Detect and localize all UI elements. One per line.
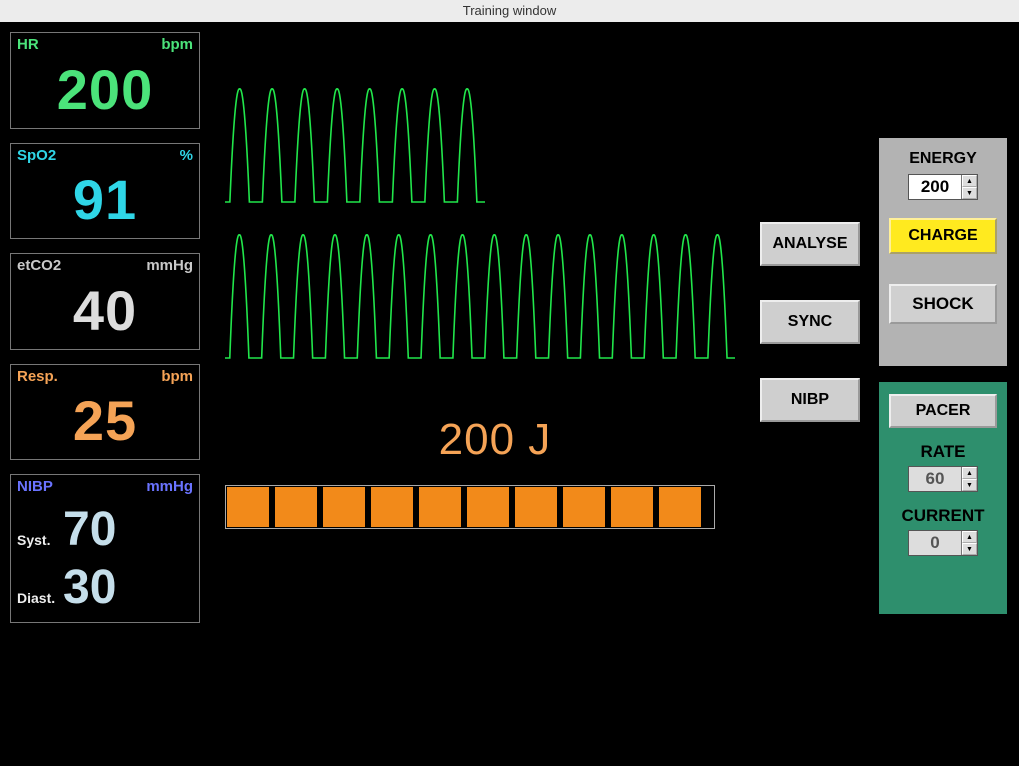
nibp-unit: mmHg — [146, 479, 193, 496]
progress-segment — [515, 487, 557, 527]
ecg-waveform-2 — [225, 223, 745, 373]
pacer-button[interactable]: PACER — [889, 394, 997, 428]
resp-label: Resp. — [17, 369, 58, 386]
energy-spinner[interactable]: ▲ ▼ — [908, 174, 978, 200]
hr-unit: bpm — [161, 37, 193, 54]
window-title: Training window — [0, 0, 1019, 22]
nibp-label: NIBP — [17, 479, 53, 496]
analyse-button[interactable]: ANALYSE — [760, 222, 860, 266]
diast-label: Diast. — [17, 590, 63, 606]
current-label: CURRENT — [889, 506, 997, 526]
progress-segment — [563, 487, 605, 527]
syst-label: Syst. — [17, 532, 63, 548]
hr-value: 200 — [17, 62, 193, 118]
ecg-waveform-1 — [225, 77, 505, 217]
progress-segment — [323, 487, 365, 527]
vital-etco2: etCO2 mmHg 40 — [10, 253, 200, 350]
diast-value: 30 — [63, 564, 116, 612]
rate-spinner[interactable]: ▲ ▼ — [908, 466, 978, 492]
charge-button[interactable]: CHARGE — [889, 218, 997, 254]
progress-segment — [371, 487, 413, 527]
current-down-icon[interactable]: ▼ — [962, 543, 977, 555]
progress-segment — [611, 487, 653, 527]
shock-button[interactable]: SHOCK — [889, 284, 997, 324]
rate-input[interactable] — [909, 467, 961, 491]
syst-value: 70 — [63, 506, 116, 554]
current-input[interactable] — [909, 531, 961, 555]
resp-value: 25 — [17, 393, 193, 449]
progress-segment — [467, 487, 509, 527]
resp-unit: bpm — [161, 369, 193, 386]
pacer-panel: PACER RATE ▲ ▼ CURRENT ▲ ▼ — [879, 382, 1007, 614]
energy-label: ENERGY — [889, 150, 997, 168]
rate-up-icon[interactable]: ▲ — [962, 467, 977, 479]
progress-segment — [275, 487, 317, 527]
spo2-label: SpO2 — [17, 148, 56, 165]
progress-segment — [659, 487, 701, 527]
progress-segment — [419, 487, 461, 527]
progress-segment — [227, 487, 269, 527]
middle-button-column: ANALYSE SYNC NIBP — [760, 222, 860, 456]
sync-button[interactable]: SYNC — [760, 300, 860, 344]
nibp-button[interactable]: NIBP — [760, 378, 860, 422]
app-root: HR bpm 200 SpO2 % 91 etCO2 mmHg 40 Resp.… — [0, 22, 1019, 766]
energy-input[interactable] — [909, 175, 961, 199]
energy-display: 200 J — [225, 415, 765, 465]
energy-down-icon[interactable]: ▼ — [962, 187, 977, 199]
rate-down-icon[interactable]: ▼ — [962, 479, 977, 491]
center-area: 200 J — [225, 77, 765, 529]
current-spinner[interactable]: ▲ ▼ — [908, 530, 978, 556]
rate-label: RATE — [889, 442, 997, 462]
current-up-icon[interactable]: ▲ — [962, 531, 977, 543]
etco2-value: 40 — [17, 283, 193, 339]
vitals-column: HR bpm 200 SpO2 % 91 etCO2 mmHg 40 Resp.… — [10, 32, 200, 637]
spo2-value: 91 — [17, 172, 193, 228]
vital-hr: HR bpm 200 — [10, 32, 200, 129]
etco2-unit: mmHg — [146, 258, 193, 275]
etco2-label: etCO2 — [17, 258, 61, 275]
vital-spo2: SpO2 % 91 — [10, 143, 200, 240]
charge-progress — [225, 485, 715, 529]
hr-label: HR — [17, 37, 39, 54]
vital-nibp: NIBP mmHg Syst. 70 Diast. 30 — [10, 474, 200, 623]
energy-up-icon[interactable]: ▲ — [962, 175, 977, 187]
vital-resp: Resp. bpm 25 — [10, 364, 200, 461]
defib-panel: ENERGY ▲ ▼ CHARGE SHOCK — [879, 138, 1007, 366]
spo2-unit: % — [180, 148, 193, 165]
